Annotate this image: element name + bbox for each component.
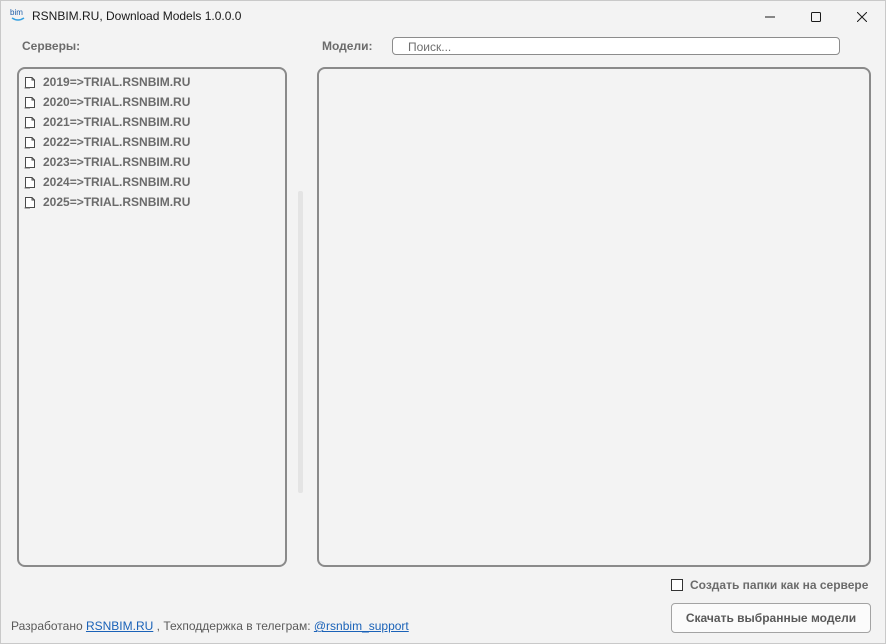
app-window: bim RSNBIM.RU, Download Models 1.0.0.0 С… (0, 0, 886, 644)
window-title: RSNBIM.RU, Download Models 1.0.0.0 (32, 9, 242, 23)
server-item-label: 2022=>TRIAL.RSNBIM.RU (43, 135, 191, 149)
server-item[interactable]: 2022=>TRIAL.RSNBIM.RU (24, 132, 190, 152)
maximize-icon (811, 11, 821, 22)
minimize-button[interactable] (747, 1, 793, 32)
server-item[interactable]: 2020=>TRIAL.RSNBIM.RU (24, 92, 190, 112)
server-file-icon (24, 156, 36, 169)
minimize-icon (765, 16, 775, 17)
server-list: 2019=>TRIAL.RSNBIM.RU 2020=>TRIAL.RSNBIM.… (24, 72, 190, 212)
models-label: Модели: (322, 39, 373, 53)
server-file-icon (24, 96, 36, 109)
create-folders-option[interactable]: Создать папки как на сервере (671, 578, 868, 592)
server-item[interactable]: 2021=>TRIAL.RSNBIM.RU (24, 112, 190, 132)
server-item-label: 2024=>TRIAL.RSNBIM.RU (43, 175, 191, 189)
server-item-label: 2023=>TRIAL.RSNBIM.RU (43, 155, 191, 169)
svg-text:bim: bim (10, 8, 23, 17)
servers-label: Серверы: (22, 39, 81, 53)
close-button[interactable] (839, 1, 885, 32)
bim-logo-icon: bim (10, 8, 25, 21)
close-icon (857, 11, 867, 22)
server-file-icon (24, 136, 36, 149)
server-item-label: 2019=>TRIAL.RSNBIM.RU (43, 75, 191, 89)
models-list[interactable] (317, 67, 871, 567)
title-bar[interactable]: bim RSNBIM.RU, Download Models 1.0.0.0 (1, 1, 885, 32)
create-folders-checkbox[interactable] (671, 579, 683, 591)
server-item[interactable]: 2024=>TRIAL.RSNBIM.RU (24, 172, 190, 192)
footer-credits: Разработано RSNBIM.RU , Техподдержка в т… (11, 619, 409, 633)
server-file-icon (24, 196, 36, 209)
create-folders-label: Создать папки как на сервере (690, 578, 869, 592)
server-file-icon (24, 176, 36, 189)
server-file-icon (24, 76, 36, 89)
download-selected-button[interactable]: Скачать выбранные модели (671, 603, 871, 633)
maximize-button[interactable] (793, 1, 839, 32)
search-placeholder: Поиск... (408, 40, 452, 54)
footer-middle: , Техподдержка в телеграм: (156, 619, 311, 633)
server-item[interactable]: 2019=>TRIAL.RSNBIM.RU (24, 72, 190, 92)
server-item-label: 2021=>TRIAL.RSNBIM.RU (43, 115, 191, 129)
servers-tree[interactable]: 2019=>TRIAL.RSNBIM.RU 2020=>TRIAL.RSNBIM.… (17, 67, 287, 567)
developer-link[interactable]: RSNBIM.RU (86, 619, 153, 633)
footer-prefix: Разработано (11, 619, 83, 633)
support-link[interactable]: @rsnbim_support (314, 619, 409, 633)
server-item-label: 2020=>TRIAL.RSNBIM.RU (43, 95, 191, 109)
panel-splitter[interactable] (298, 191, 303, 493)
server-file-icon (24, 116, 36, 129)
server-item[interactable]: 2023=>TRIAL.RSNBIM.RU (24, 152, 190, 172)
search-input[interactable]: Поиск... (392, 37, 840, 55)
server-item[interactable]: 2025=>TRIAL.RSNBIM.RU (24, 192, 190, 212)
server-item-label: 2025=>TRIAL.RSNBIM.RU (43, 195, 191, 209)
